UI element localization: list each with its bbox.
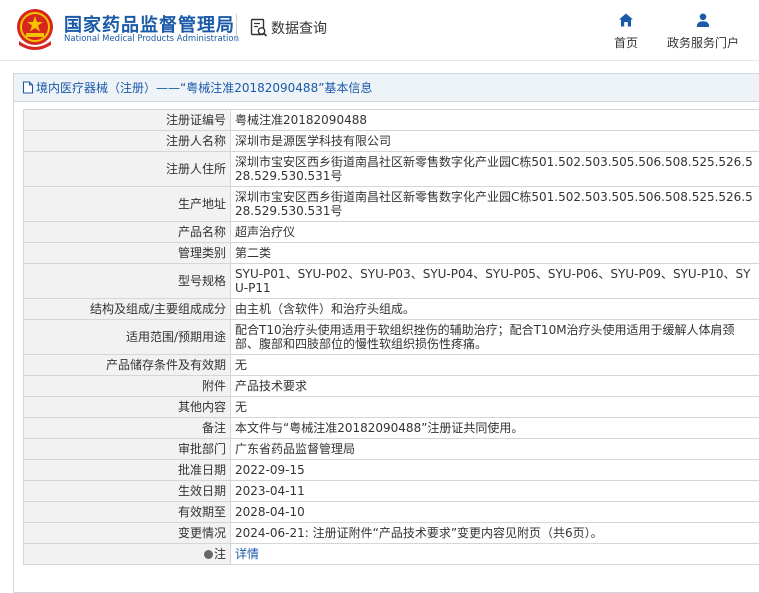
info-row-value: 超声治疗仪 xyxy=(230,221,759,243)
info-row-value: 深圳市宝安区西乡街道南昌社区新零售数字化产业园C栋501.502.503.505… xyxy=(230,186,759,222)
info-row: 结构及组成/主要组成成分 由主机（含软件）和治疗头组成。 xyxy=(23,298,759,320)
info-row: 审批部门 广东省药品监督管理局 xyxy=(23,438,759,460)
panel-title: 境内医疗器械（注册）——“粤械注准20182090488”基本信息 xyxy=(36,81,373,95)
info-row-value: 配合T10治疗头使用适用于软组织挫伤的辅助治疗；配合T10M治疗头使用适用于缓解… xyxy=(230,319,759,355)
info-row-label: 审批部门 xyxy=(23,438,231,460)
info-row: 批准日期 2022-09-15 xyxy=(23,459,759,481)
info-row-label: 适用范围/预期用途 xyxy=(23,319,231,355)
info-row: 注册证编号 粤械注准20182090488 xyxy=(23,109,759,131)
info-row: 产品储存条件及有效期无 xyxy=(23,354,759,376)
info-row-value: SYU-P01、SYU-P02、SYU-P03、SYU-P04、SYU-P05、… xyxy=(230,263,759,299)
info-row-label: 生效日期 xyxy=(23,480,231,502)
info-row: 型号规格 SYU-P01、SYU-P02、SYU-P03、SYU-P04、SYU-… xyxy=(23,263,759,299)
search-document-icon xyxy=(250,18,268,37)
info-row: 其他内容无 xyxy=(23,396,759,418)
info-row-value: 本文件与“粤械注准20182090488”注册证共同使用。 xyxy=(230,417,759,439)
info-row-label: 批准日期 xyxy=(23,459,231,481)
info-row-label: 附件 xyxy=(23,375,231,397)
info-row-label: 产品储存条件及有效期 xyxy=(23,354,231,376)
info-row-value: 2023-04-11 xyxy=(230,480,759,502)
info-row: 注册人名称 深圳市是源医学科技有限公司 xyxy=(23,130,759,152)
header-separator xyxy=(0,60,759,61)
nav-home-label: 首页 xyxy=(613,36,638,50)
info-row-label: 生产地址 xyxy=(23,186,231,222)
info-row-label: 变更情况 xyxy=(23,522,231,544)
info-row-value: 深圳市宝安区西乡街道南昌社区新零售数字化产业园C栋501.502.503.505… xyxy=(230,151,759,187)
info-row-value: 2022-09-15 xyxy=(230,459,759,481)
info-row: 变更情况 2024-06-21: 注册证附件“产品技术要求”变更内容见附页（共6页… xyxy=(23,522,759,544)
panel-title-bar: 境内医疗器械（注册）——“粤械注准20182090488”基本信息 xyxy=(14,74,759,102)
info-row: 有效期至 2028-04-10 xyxy=(23,501,759,523)
info-row-label: 有效期至 xyxy=(23,501,231,523)
info-row-value: 产品技术要求 xyxy=(230,375,759,397)
nav-portal-link[interactable]: 政务服务门户 xyxy=(662,12,744,51)
info-row-value: 2028-04-10 xyxy=(230,501,759,523)
info-row: 生效日期 2023-04-11 xyxy=(23,480,759,502)
site-header: 国家药品监督管理局 National Medical Products Admi… xyxy=(0,0,759,60)
info-row: 产品名称 超声治疗仪 xyxy=(23,221,759,243)
info-row: 附件 产品技术要求 xyxy=(23,375,759,397)
user-icon xyxy=(696,13,710,27)
info-row: 适用范围/预期用途 配合T10治疗头使用适用于软组织挫伤的辅助治疗；配合T10M治… xyxy=(23,319,759,355)
info-row: 管理类别 第二类 xyxy=(23,242,759,264)
national-emblem-icon xyxy=(17,9,53,50)
info-row-value: 无 xyxy=(230,354,759,376)
info-row-value: 无 xyxy=(230,396,759,418)
info-row-label: 型号规格 xyxy=(23,263,231,299)
info-row-value: 广东省药品监督管理局 xyxy=(230,438,759,460)
info-row-label: 结构及组成/主要组成成分 xyxy=(23,298,231,320)
note-row-label-cell: 注 xyxy=(23,543,231,565)
info-row-value: 2024-06-21: 注册证附件“产品技术要求”变更内容见附页（共6页）。 xyxy=(230,522,759,544)
info-panel: 境内医疗器械（注册）——“粤械注准20182090488”基本信息 注册证编号粤… xyxy=(13,73,759,593)
detail-link[interactable]: 详情 xyxy=(235,547,259,561)
info-row-label: 其他内容 xyxy=(23,396,231,418)
info-row-value: 深圳市是源医学科技有限公司 xyxy=(230,130,759,152)
data-query-label: 数据查询 xyxy=(271,21,327,37)
info-row-label: 备注 xyxy=(23,417,231,439)
info-row: 注册人住所 深圳市宝安区西乡街道南昌社区新零售数字化产业园C栋501.502.50… xyxy=(23,151,759,187)
data-query-link[interactable]: 数据查询 xyxy=(250,17,327,39)
info-row-value: 粤械注准20182090488 xyxy=(230,109,759,131)
nav-home-link[interactable]: 首页 xyxy=(608,12,644,51)
brand-subtitle: National Medical Products Administration xyxy=(64,34,239,44)
note-bullet-icon xyxy=(203,550,213,559)
registration-info-table: 注册证编号 粤械注准20182090488 注册人名称 深圳市是源医学科技有限公司 注册… xyxy=(23,109,759,565)
info-row-label: 注册人名称 xyxy=(23,130,231,152)
document-icon xyxy=(22,81,34,94)
header-divider xyxy=(236,14,237,42)
info-row-value: 由主机（含软件）和治疗头组成。 xyxy=(230,298,759,320)
home-icon xyxy=(619,13,633,27)
note-row: 注详情 xyxy=(23,543,759,565)
info-row-value: 第二类 xyxy=(230,242,759,264)
note-row-label: 注 xyxy=(213,547,226,561)
nav-portal-label: 政务服务门户 xyxy=(666,36,739,50)
info-row-label: 注册证编号 xyxy=(23,109,231,131)
info-row-label: 管理类别 xyxy=(23,242,231,264)
info-row-label: 产品名称 xyxy=(23,221,231,243)
info-row-label: 注册人住所 xyxy=(23,151,231,187)
info-row: 生产地址 深圳市宝安区西乡街道南昌社区新零售数字化产业园C栋501.502.503… xyxy=(23,186,759,222)
note-row-value: 详情 xyxy=(230,543,759,565)
info-row: 备注 本文件与“粤械注准20182090488”注册证共同使用。 xyxy=(23,417,759,439)
